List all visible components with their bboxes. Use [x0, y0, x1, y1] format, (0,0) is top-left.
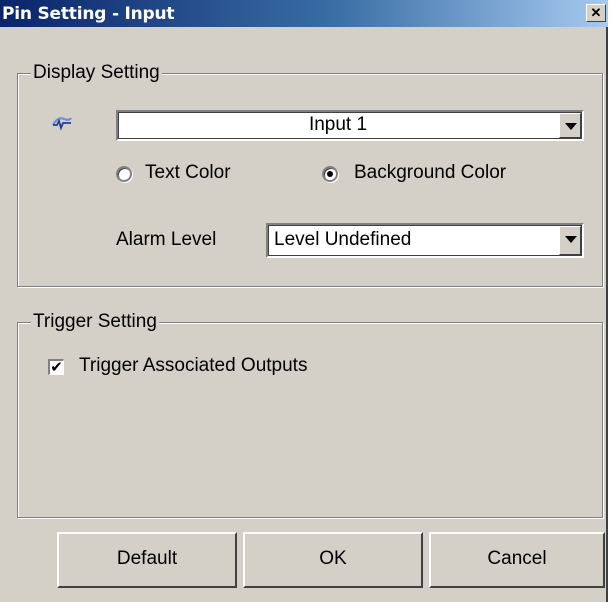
title-bar[interactable]: Pin Setting - Input ✕	[0, 0, 608, 27]
cancel-button[interactable]: Cancel	[429, 532, 605, 588]
input-signal-icon	[52, 117, 72, 131]
checkmark-icon: ✔	[50, 358, 63, 376]
alarm-level-value: Level Undefined	[274, 229, 412, 250]
pin-setting-dialog: Pin Setting - Input ✕ Display Setting In…	[0, 0, 608, 602]
display-setting-legend: Display Setting	[31, 62, 162, 83]
input-select-value: Input 1	[308, 114, 368, 135]
input-select-dropdown-arrow[interactable]	[559, 113, 581, 138]
background-color-label[interactable]: Background Color	[354, 162, 506, 184]
text-color-radio[interactable]	[116, 166, 132, 182]
text-color-label[interactable]: Text Color	[145, 162, 231, 184]
close-icon: ✕	[590, 5, 602, 20]
alarm-level-label: Alarm Level	[116, 229, 217, 250]
trigger-setting-legend: Trigger Setting	[31, 311, 159, 332]
default-button[interactable]: Default	[57, 532, 237, 588]
trigger-outputs-checkbox[interactable]: ✔	[48, 359, 64, 375]
alarm-level-select[interactable]: Level Undefined	[266, 223, 584, 258]
alarm-level-dropdown-arrow[interactable]	[559, 226, 581, 255]
trigger-setting-group	[17, 322, 603, 518]
ok-button[interactable]: OK	[243, 532, 423, 588]
background-color-radio[interactable]	[322, 166, 338, 182]
input-select[interactable]: Input 1	[116, 110, 584, 141]
trigger-outputs-label[interactable]: Trigger Associated Outputs	[79, 355, 307, 377]
window-title: Pin Setting - Input	[2, 4, 175, 24]
close-button[interactable]: ✕	[586, 4, 606, 22]
